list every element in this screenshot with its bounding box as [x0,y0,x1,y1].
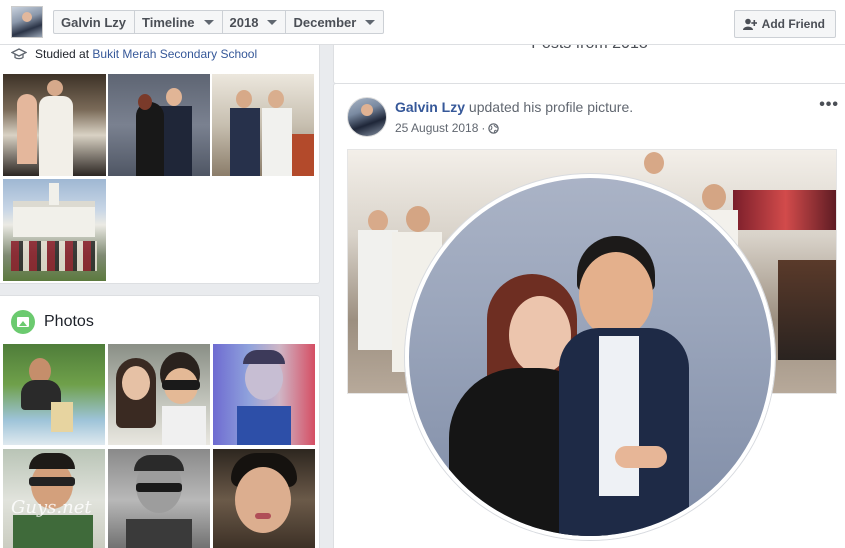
featured-photo[interactable] [108,74,210,176]
post-meta-separator: · [481,121,486,135]
year-dropdown-label: 2018 [229,14,259,30]
add-friend-icon [742,18,757,30]
timeline-dropdown-label: Timeline [142,14,195,30]
post-options-button[interactable]: ••• [819,96,839,114]
breadcrumb-timeline-dropdown[interactable]: Timeline [135,11,223,33]
photo-thumbnail[interactable] [213,449,315,548]
profile-name-label: Galvin Lzy [61,14,127,30]
profile-picture[interactable] [405,174,775,540]
profile-top-bar: Galvin Lzy Timeline 2018 December Add Fr… [0,0,845,45]
add-friend-button[interactable]: Add Friend [733,10,836,38]
post-date-link[interactable]: 25 August 2018 [395,121,478,135]
intro-card: Studied at Bukit Merah Secondary School [0,40,320,284]
chevron-down-icon [267,19,278,25]
featured-photo[interactable] [212,74,314,176]
month-dropdown-label: December [293,14,357,30]
featured-photo[interactable] [3,179,106,281]
featured-photo[interactable] [3,74,106,176]
post-action-text: updated his profile picture. [468,99,634,115]
photo-watermark: Guys.net [11,497,92,518]
photo-thumbnail[interactable] [108,344,210,445]
chevron-down-icon [365,19,376,25]
breadcrumb-month-dropdown[interactable]: December [286,11,383,33]
education-line: Studied at Bukit Merah Secondary School [11,47,257,61]
post-author-avatar[interactable] [347,97,387,137]
photo-thumbnail[interactable]: Guys.net [3,449,105,548]
school-link[interactable]: Bukit Merah Secondary School [92,47,257,61]
studied-at-label: Studied at [35,47,90,61]
timeline-post: Galvin Lzy updated his profile picture. … [333,83,845,548]
globe-icon [488,122,500,134]
post-meta: 25 August 2018 · [395,121,500,135]
photos-icon [11,310,35,334]
posts-from-header: Posts from 2018 [333,35,845,84]
graduation-cap-icon [11,48,27,60]
photos-header[interactable]: Photos [11,310,94,334]
post-author-link[interactable]: Galvin Lzy [395,99,465,115]
profile-avatar-thumbnail[interactable] [11,6,43,38]
chevron-down-icon [203,19,214,25]
photos-card: Photos Guys.net [0,295,320,548]
post-header: Galvin Lzy updated his profile picture. [395,99,633,115]
breadcrumb-year-dropdown[interactable]: 2018 [223,11,287,33]
timeline-breadcrumb: Galvin Lzy Timeline 2018 December [53,10,385,34]
photo-thumbnail[interactable] [108,449,210,548]
photo-thumbnail[interactable] [3,344,105,445]
add-friend-label: Add Friend [761,17,825,31]
breadcrumb-profile-name[interactable]: Galvin Lzy [54,11,136,33]
photos-title: Photos [44,313,94,330]
photo-thumbnail[interactable] [213,344,315,445]
